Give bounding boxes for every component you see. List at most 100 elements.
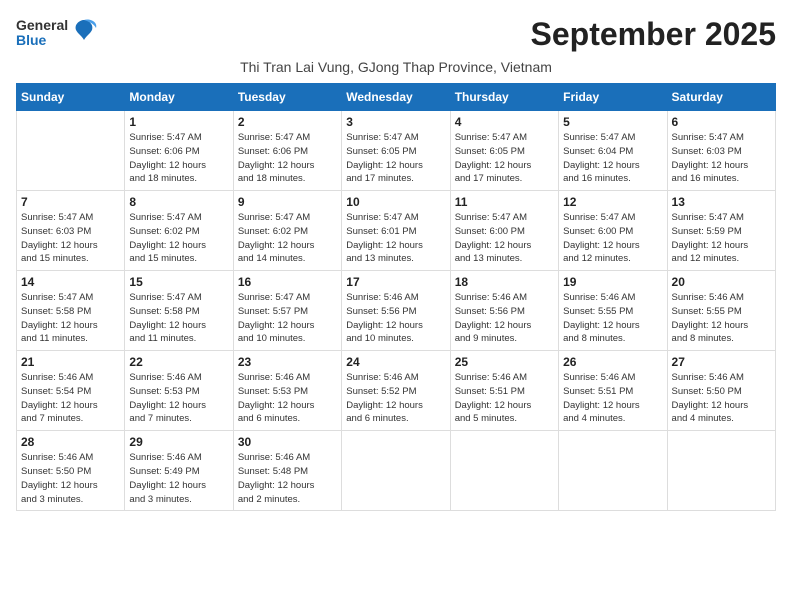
day-number: 25 bbox=[455, 355, 554, 369]
day-number: 11 bbox=[455, 195, 554, 209]
day-info: Sunrise: 5:47 AM Sunset: 6:04 PM Dayligh… bbox=[563, 131, 662, 186]
calendar-cell: 6 Sunrise: 5:47 AM Sunset: 6:03 PM Daylig… bbox=[667, 111, 775, 191]
day-number: 13 bbox=[672, 195, 771, 209]
header-sunday: Sunday bbox=[17, 84, 125, 111]
week-row-5: 28Sunrise: 5:46 AM Sunset: 5:50 PM Dayli… bbox=[17, 431, 776, 511]
calendar-cell: 16Sunrise: 5:47 AM Sunset: 5:57 PM Dayli… bbox=[233, 271, 341, 351]
calendar-cell: 19Sunrise: 5:46 AM Sunset: 5:55 PM Dayli… bbox=[559, 271, 667, 351]
day-number: 20 bbox=[672, 275, 771, 289]
day-info: Sunrise: 5:46 AM Sunset: 5:53 PM Dayligh… bbox=[129, 371, 228, 426]
calendar-cell: 13Sunrise: 5:47 AM Sunset: 5:59 PM Dayli… bbox=[667, 191, 775, 271]
day-info: Sunrise: 5:47 AM Sunset: 6:00 PM Dayligh… bbox=[563, 211, 662, 266]
calendar-cell: 20 Sunrise: 5:46 AM Sunset: 5:55 PM Dayli… bbox=[667, 271, 775, 351]
day-info: Sunrise: 5:47 AM Sunset: 6:02 PM Dayligh… bbox=[129, 211, 228, 266]
calendar-cell: 29 Sunrise: 5:46 AM Sunset: 5:49 PM Dayli… bbox=[125, 431, 233, 511]
header-tuesday: Tuesday bbox=[233, 84, 341, 111]
day-number: 19 bbox=[563, 275, 662, 289]
day-number: 23 bbox=[238, 355, 337, 369]
logo-general: General bbox=[16, 18, 68, 33]
day-info: Sunrise: 5:46 AM Sunset: 5:50 PM Dayligh… bbox=[21, 451, 120, 506]
calendar-cell: 3 Sunrise: 5:47 AM Sunset: 6:05 PM Daylig… bbox=[342, 111, 450, 191]
calendar-cell: 22 Sunrise: 5:46 AM Sunset: 5:53 PM Dayli… bbox=[125, 351, 233, 431]
day-info: Sunrise: 5:47 AM Sunset: 5:58 PM Dayligh… bbox=[21, 291, 120, 346]
day-info: Sunrise: 5:46 AM Sunset: 5:55 PM Dayligh… bbox=[672, 291, 771, 346]
calendar-cell: 7 Sunrise: 5:47 AM Sunset: 6:03 PM Daylig… bbox=[17, 191, 125, 271]
day-number: 29 bbox=[129, 435, 228, 449]
day-number: 26 bbox=[563, 355, 662, 369]
day-number: 9 bbox=[238, 195, 337, 209]
day-number: 21 bbox=[21, 355, 120, 369]
calendar-cell: 30Sunrise: 5:46 AM Sunset: 5:48 PM Dayli… bbox=[233, 431, 341, 511]
calendar-cell: 18 Sunrise: 5:46 AM Sunset: 5:56 PM Dayli… bbox=[450, 271, 558, 351]
calendar-cell: 23 Sunrise: 5:46 AM Sunset: 5:53 PM Dayli… bbox=[233, 351, 341, 431]
day-number: 3 bbox=[346, 115, 445, 129]
calendar-cell: 25 Sunrise: 5:46 AM Sunset: 5:51 PM Dayli… bbox=[450, 351, 558, 431]
header: General Blue September 2025 bbox=[16, 16, 776, 53]
week-row-4: 21 Sunrise: 5:46 AM Sunset: 5:54 PM Dayli… bbox=[17, 351, 776, 431]
week-row-3: 14 Sunrise: 5:47 AM Sunset: 5:58 PM Dayli… bbox=[17, 271, 776, 351]
header-friday: Friday bbox=[559, 84, 667, 111]
location-subtitle: Thi Tran Lai Vung, GJong Thap Province, … bbox=[16, 59, 776, 75]
day-info: Sunrise: 5:47 AM Sunset: 6:03 PM Dayligh… bbox=[672, 131, 771, 186]
day-info: Sunrise: 5:47 AM Sunset: 6:05 PM Dayligh… bbox=[455, 131, 554, 186]
day-info: Sunrise: 5:46 AM Sunset: 5:51 PM Dayligh… bbox=[455, 371, 554, 426]
day-number: 6 bbox=[672, 115, 771, 129]
day-number: 18 bbox=[455, 275, 554, 289]
day-number: 14 bbox=[21, 275, 120, 289]
calendar-cell: 9Sunrise: 5:47 AM Sunset: 6:02 PM Daylig… bbox=[233, 191, 341, 271]
calendar-cell: 15Sunrise: 5:47 AM Sunset: 5:58 PM Dayli… bbox=[125, 271, 233, 351]
logo-blue: Blue bbox=[16, 33, 68, 48]
day-number: 27 bbox=[672, 355, 771, 369]
week-row-2: 7 Sunrise: 5:47 AM Sunset: 6:03 PM Daylig… bbox=[17, 191, 776, 271]
calendar-cell: 28Sunrise: 5:46 AM Sunset: 5:50 PM Dayli… bbox=[17, 431, 125, 511]
calendar-cell bbox=[17, 111, 125, 191]
calendar-cell: 26 Sunrise: 5:46 AM Sunset: 5:51 PM Dayli… bbox=[559, 351, 667, 431]
day-number: 5 bbox=[563, 115, 662, 129]
header-wednesday: Wednesday bbox=[342, 84, 450, 111]
calendar-cell: 10 Sunrise: 5:47 AM Sunset: 6:01 PM Dayli… bbox=[342, 191, 450, 271]
calendar-cell: 14 Sunrise: 5:47 AM Sunset: 5:58 PM Dayli… bbox=[17, 271, 125, 351]
logo: General Blue bbox=[16, 16, 98, 50]
calendar-cell bbox=[450, 431, 558, 511]
day-number: 4 bbox=[455, 115, 554, 129]
calendar-cell: 5 Sunrise: 5:47 AM Sunset: 6:04 PM Daylig… bbox=[559, 111, 667, 191]
header-monday: Monday bbox=[125, 84, 233, 111]
day-info: Sunrise: 5:47 AM Sunset: 6:03 PM Dayligh… bbox=[21, 211, 120, 266]
day-number: 10 bbox=[346, 195, 445, 209]
calendar-cell bbox=[559, 431, 667, 511]
calendar-cell: 24Sunrise: 5:46 AM Sunset: 5:52 PM Dayli… bbox=[342, 351, 450, 431]
day-info: Sunrise: 5:47 AM Sunset: 5:57 PM Dayligh… bbox=[238, 291, 337, 346]
calendar-cell: 11Sunrise: 5:47 AM Sunset: 6:00 PM Dayli… bbox=[450, 191, 558, 271]
day-info: Sunrise: 5:46 AM Sunset: 5:50 PM Dayligh… bbox=[672, 371, 771, 426]
day-number: 8 bbox=[129, 195, 228, 209]
calendar-cell: 8 Sunrise: 5:47 AM Sunset: 6:02 PM Daylig… bbox=[125, 191, 233, 271]
day-info: Sunrise: 5:46 AM Sunset: 5:56 PM Dayligh… bbox=[346, 291, 445, 346]
day-info: Sunrise: 5:46 AM Sunset: 5:54 PM Dayligh… bbox=[21, 371, 120, 426]
header-saturday: Saturday bbox=[667, 84, 775, 111]
day-number: 24 bbox=[346, 355, 445, 369]
day-number: 15 bbox=[129, 275, 228, 289]
bird-icon bbox=[70, 16, 98, 50]
week-row-1: 1Sunrise: 5:47 AM Sunset: 6:06 PM Daylig… bbox=[17, 111, 776, 191]
day-number: 2 bbox=[238, 115, 337, 129]
calendar-cell: 2Sunrise: 5:47 AM Sunset: 6:06 PM Daylig… bbox=[233, 111, 341, 191]
calendar-cell: 4 Sunrise: 5:47 AM Sunset: 6:05 PM Daylig… bbox=[450, 111, 558, 191]
calendar-cell: 21 Sunrise: 5:46 AM Sunset: 5:54 PM Dayli… bbox=[17, 351, 125, 431]
day-info: Sunrise: 5:46 AM Sunset: 5:51 PM Dayligh… bbox=[563, 371, 662, 426]
day-info: Sunrise: 5:46 AM Sunset: 5:56 PM Dayligh… bbox=[455, 291, 554, 346]
day-number: 1 bbox=[129, 115, 228, 129]
title-section: September 2025 bbox=[531, 16, 776, 53]
day-number: 22 bbox=[129, 355, 228, 369]
header-thursday: Thursday bbox=[450, 84, 558, 111]
day-info: Sunrise: 5:46 AM Sunset: 5:49 PM Dayligh… bbox=[129, 451, 228, 506]
day-number: 7 bbox=[21, 195, 120, 209]
calendar-cell: 17Sunrise: 5:46 AM Sunset: 5:56 PM Dayli… bbox=[342, 271, 450, 351]
day-info: Sunrise: 5:47 AM Sunset: 6:01 PM Dayligh… bbox=[346, 211, 445, 266]
day-info: Sunrise: 5:46 AM Sunset: 5:53 PM Dayligh… bbox=[238, 371, 337, 426]
calendar-table: SundayMondayTuesdayWednesdayThursdayFrid… bbox=[16, 83, 776, 511]
calendar-cell bbox=[667, 431, 775, 511]
calendar-cell: 1Sunrise: 5:47 AM Sunset: 6:06 PM Daylig… bbox=[125, 111, 233, 191]
day-info: Sunrise: 5:46 AM Sunset: 5:48 PM Dayligh… bbox=[238, 451, 337, 506]
day-info: Sunrise: 5:47 AM Sunset: 6:05 PM Dayligh… bbox=[346, 131, 445, 186]
day-number: 12 bbox=[563, 195, 662, 209]
